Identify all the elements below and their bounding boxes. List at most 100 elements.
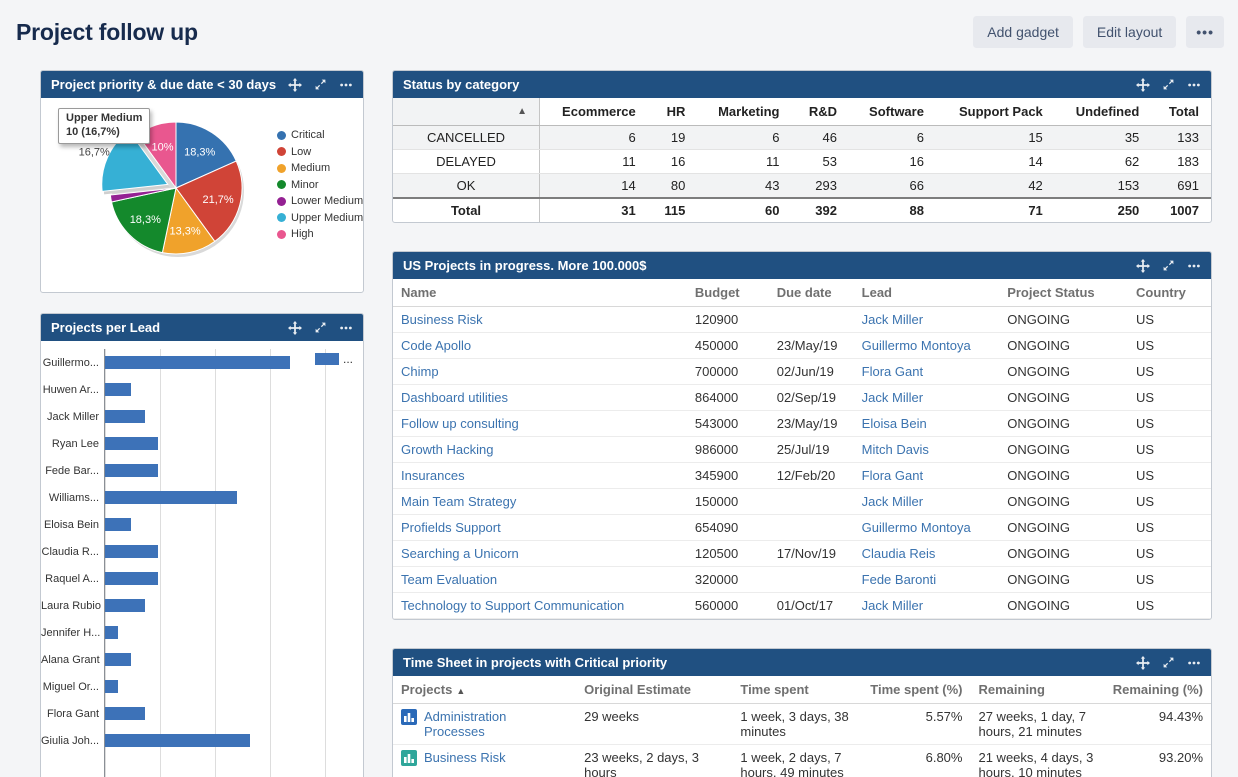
- lead-link[interactable]: Guillermo Montoya: [862, 520, 971, 535]
- timesheet-column-header[interactable]: Original Estimate: [576, 676, 732, 704]
- status-column-header[interactable]: HR: [648, 98, 698, 126]
- bar[interactable]: [105, 518, 131, 531]
- legend-item-minor[interactable]: Minor: [277, 177, 363, 194]
- project-link[interactable]: Team Evaluation: [401, 572, 497, 587]
- gadget-header[interactable]: Status by category: [393, 71, 1211, 98]
- bar[interactable]: [105, 356, 290, 369]
- status-column-header[interactable]: Ecommerce: [540, 98, 648, 126]
- bar[interactable]: [105, 410, 145, 423]
- expand-gadget-icon[interactable]: [1162, 259, 1175, 272]
- bar[interactable]: [105, 572, 158, 585]
- move-gadget-icon[interactable]: [288, 78, 302, 92]
- lead-link[interactable]: Jack Miller: [862, 390, 923, 405]
- bar[interactable]: [105, 383, 131, 396]
- status-column-header[interactable]: Total: [1151, 98, 1211, 126]
- project-link[interactable]: Profields Support: [401, 520, 501, 535]
- legend-item-critical[interactable]: Critical: [277, 127, 363, 144]
- lead-link[interactable]: Flora Gant: [862, 364, 923, 379]
- lead-link[interactable]: Claudia Reis: [862, 546, 936, 561]
- project-link[interactable]: Growth Hacking: [401, 442, 493, 457]
- bar-row: Eloisa Bein: [41, 511, 363, 538]
- bar[interactable]: [105, 626, 118, 639]
- project-link[interactable]: Business Risk: [401, 312, 483, 327]
- expand-gadget-icon[interactable]: [314, 321, 327, 334]
- project-link[interactable]: Technology to Support Communication: [401, 598, 624, 613]
- gadget-header[interactable]: Time Sheet in projects with Critical pri…: [393, 649, 1211, 676]
- legend-item-medium[interactable]: Medium: [277, 160, 363, 177]
- add-gadget-button[interactable]: Add gadget: [973, 16, 1073, 48]
- project-avatar-icon: [401, 750, 417, 766]
- expand-gadget-icon[interactable]: [314, 78, 327, 91]
- project-link[interactable]: Searching a Unicorn: [401, 546, 519, 561]
- gadget-menu-icon[interactable]: [1187, 656, 1201, 670]
- bar[interactable]: [105, 599, 145, 612]
- gadget-header[interactable]: Project priority & due date < 30 days: [41, 71, 363, 98]
- expand-gadget-icon[interactable]: [1162, 656, 1175, 669]
- status-value-cell: 6: [540, 126, 648, 150]
- project-link[interactable]: Dashboard utilities: [401, 390, 508, 405]
- move-gadget-icon[interactable]: [1136, 656, 1150, 670]
- status-column-header[interactable]: R&D: [791, 98, 849, 126]
- lead-link[interactable]: Guillermo Montoya: [862, 338, 971, 353]
- legend-label: Critical: [291, 129, 325, 141]
- legend-item-high[interactable]: High: [277, 226, 363, 243]
- gadget-menu-icon[interactable]: [339, 321, 353, 335]
- pie-tooltip: Upper Medium 10 (16,7%): [58, 108, 150, 144]
- bar[interactable]: [105, 437, 158, 450]
- us-column-header[interactable]: Project Status: [999, 279, 1128, 307]
- gadget-menu-icon[interactable]: [1187, 78, 1201, 92]
- timesheet-column-header[interactable]: Remaining (%): [1105, 676, 1211, 704]
- project-link[interactable]: Chimp: [401, 364, 439, 379]
- legend-swatch-icon: [277, 180, 286, 189]
- bar[interactable]: [105, 545, 158, 558]
- us-column-header[interactable]: Name: [393, 279, 687, 307]
- lead-link[interactable]: Jack Miller: [862, 312, 923, 327]
- move-gadget-icon[interactable]: [288, 321, 302, 335]
- us-column-header[interactable]: Budget: [687, 279, 769, 307]
- lead-link[interactable]: Mitch Davis: [862, 442, 929, 457]
- gadget-header[interactable]: US Projects in progress. More 100.000$: [393, 252, 1211, 279]
- lead-link[interactable]: Jack Miller: [862, 598, 923, 613]
- move-gadget-icon[interactable]: [1136, 78, 1150, 92]
- legend-item-lower-medium[interactable]: Lower Medium: [277, 193, 363, 210]
- gadget-menu-icon[interactable]: [1187, 259, 1201, 273]
- gadget-menu-icon[interactable]: [339, 78, 353, 92]
- bar[interactable]: [105, 653, 131, 666]
- legend-item-upper-medium[interactable]: Upper Medium: [277, 210, 363, 227]
- us-column-header[interactable]: Lead: [854, 279, 1000, 307]
- expand-gadget-icon[interactable]: [1162, 78, 1175, 91]
- project-link[interactable]: Main Team Strategy: [401, 494, 516, 509]
- project-link[interactable]: Business Risk: [424, 750, 506, 765]
- status-column-header[interactable]: Software: [849, 98, 936, 126]
- legend-item-low[interactable]: Low: [277, 144, 363, 161]
- page-menu-button[interactable]: •••: [1186, 16, 1224, 48]
- project-link[interactable]: Administration Processes: [424, 709, 568, 739]
- bar[interactable]: [105, 680, 118, 693]
- move-gadget-icon[interactable]: [1136, 259, 1150, 273]
- status-column-header[interactable]: Undefined: [1055, 98, 1152, 126]
- lead-link[interactable]: Flora Gant: [862, 468, 923, 483]
- pie-slice-label: 10%: [152, 142, 174, 154]
- projects-per-lead-chart: Guillermo...Huwen Ar...Jack MillerRyan L…: [41, 349, 363, 777]
- us-column-header[interactable]: Due date: [769, 279, 854, 307]
- timesheet-column-header[interactable]: Time spent: [732, 676, 862, 704]
- project-link[interactable]: Insurances: [401, 468, 465, 483]
- bar[interactable]: [105, 734, 250, 747]
- us-column-header[interactable]: Country: [1128, 279, 1211, 307]
- bar[interactable]: [105, 491, 237, 504]
- project-link[interactable]: Follow up consulting: [401, 416, 519, 431]
- timesheet-column-header[interactable]: Projects▲: [393, 676, 576, 704]
- status-column-header[interactable]: Marketing: [697, 98, 791, 126]
- bar[interactable]: [105, 464, 158, 477]
- status-sort-header[interactable]: ▲: [393, 98, 540, 126]
- project-link[interactable]: Code Apollo: [401, 338, 471, 353]
- gadget-header[interactable]: Projects per Lead: [41, 314, 363, 341]
- bar[interactable]: [105, 707, 145, 720]
- lead-link[interactable]: Jack Miller: [862, 494, 923, 509]
- timesheet-column-header[interactable]: Time spent (%): [862, 676, 970, 704]
- edit-layout-button[interactable]: Edit layout: [1083, 16, 1176, 48]
- lead-link[interactable]: Fede Baronti: [862, 572, 936, 587]
- status-column-header[interactable]: Support Pack: [936, 98, 1055, 126]
- timesheet-column-header[interactable]: Remaining: [970, 676, 1104, 704]
- lead-link[interactable]: Eloisa Bein: [862, 416, 927, 431]
